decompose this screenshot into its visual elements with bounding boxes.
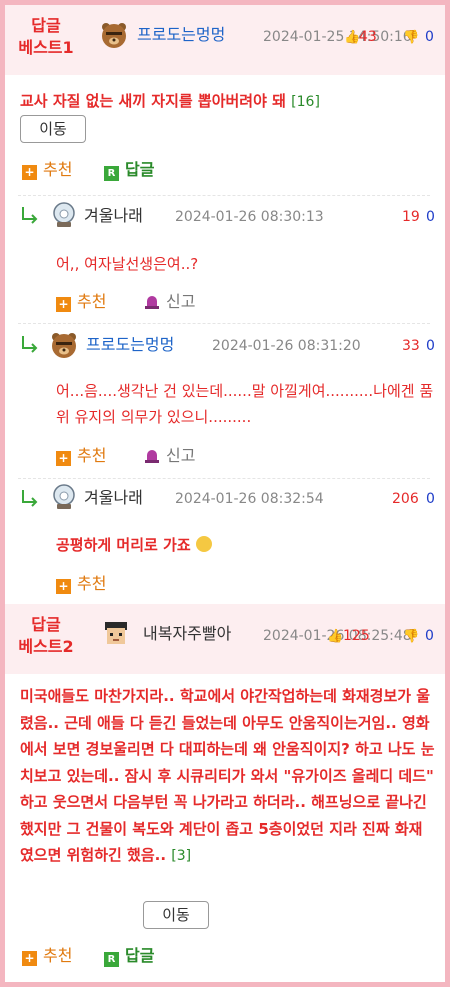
bear-avatar-icon (52, 333, 76, 358)
reply1-upvotes: 19 (402, 209, 420, 225)
thumb-down-icon[interactable]: 👎 (403, 29, 419, 47)
reply1-author[interactable]: 겨울나래 (84, 206, 143, 226)
reply3-date: 2024-01-26 08:32:54 (175, 491, 324, 507)
best1-date: 2024-01-25 14:50:16 (263, 29, 412, 45)
reply-label: 답글 (125, 946, 155, 965)
best1-move-button[interactable]: 이동 (20, 115, 86, 143)
best2-reply-count: [3] (171, 848, 192, 864)
divider (18, 195, 430, 196)
recommend-label: 추천 (77, 292, 107, 311)
best2-text-block: 미국애들도 마찬가지라.. 학교에서 야간작업하는데 화재경보가 울렸음.. 근… (20, 683, 435, 870)
reply3-author[interactable]: 겨울나래 (84, 488, 143, 508)
recommend-label: 추천 (77, 574, 107, 593)
best1-recommend-button[interactable]: + 추천 (22, 160, 72, 180)
reply3-downvotes: 0 (426, 491, 435, 507)
reply-arrow-icon (22, 336, 38, 353)
siren-icon (145, 450, 159, 463)
best2-move-button[interactable]: 이동 (143, 901, 209, 929)
recommend-label: 추천 (43, 160, 73, 179)
best1-header: 답글 베스트1 프로도는멍멍 2024-01-25 14:50:16 👍 43 … (5, 5, 445, 75)
reply-label: 답글 (125, 160, 155, 179)
best2-recommend-button[interactable]: + 추천 (22, 946, 72, 966)
reply2-report-button[interactable]: 신고 (144, 446, 195, 466)
reply2-author[interactable]: 프로도는멍멍 (86, 335, 174, 355)
bear-avatar-icon (102, 23, 126, 48)
reply2-text: 어...음....생각난 건 있는데......말 아낄게여..........… (56, 382, 434, 426)
reply1-report-button[interactable]: 신고 (144, 292, 195, 312)
best2-text: 미국애들도 마찬가지라.. 학교에서 야간작업하는데 화재경보가 울렸음.. 근… (20, 687, 435, 864)
best2-label: 답글 베스트2 (18, 615, 74, 656)
snow-globe-avatar-icon (53, 202, 75, 227)
best1-label: 답글 베스트1 (18, 16, 74, 57)
best2-author[interactable]: 내복자주빨아 (143, 624, 231, 644)
plus-icon: + (22, 951, 37, 966)
reply-r-icon: R (104, 952, 119, 967)
plus-icon: + (56, 297, 71, 312)
reply1-text: 어,, 여자날선생은여..? (56, 255, 199, 273)
divider (18, 478, 430, 479)
best2-reply-button[interactable]: R 답글 (104, 946, 154, 967)
recommend-label: 추천 (77, 446, 107, 465)
report-label: 신고 (166, 446, 196, 465)
plus-icon: + (56, 579, 71, 594)
best1-author[interactable]: 프로도는멍멍 (137, 25, 225, 45)
reply2-date: 2024-01-26 08:31:20 (212, 338, 361, 354)
best1-text: 교사 자질 없는 새끼 자지를 뽑아버려야 돼 (20, 92, 286, 110)
reply1-recommend-button[interactable]: + 추천 (56, 292, 106, 312)
thumb-down-icon[interactable]: 👎 (403, 628, 419, 646)
best1-reply-count: [16] (291, 94, 320, 110)
thumb-up-icon[interactable]: 👍 (344, 29, 360, 47)
pixel-person-avatar-icon (105, 622, 127, 644)
best1-text-block: 교사 자질 없는 새끼 자지를 뽑아버려야 돼 [16] (20, 88, 435, 115)
best1-upvotes: 43 (359, 29, 377, 45)
best2-header: 답글 베스트2 내복자주빨아 2024-01-26 08:25:48 👍 125… (5, 604, 445, 674)
thinking-emoji-icon (195, 536, 212, 552)
best2-upvotes: 125 (343, 628, 370, 644)
reply3-text: 공평하게 머리로 가죠 (56, 536, 191, 554)
thumb-up-icon[interactable]: 👍 (327, 628, 343, 646)
recommend-label: 추천 (43, 946, 73, 965)
reply1-downvotes: 0 (426, 209, 435, 225)
best2-downvotes: 0 (425, 628, 434, 644)
reply2-upvotes: 33 (402, 338, 420, 354)
reply2-recommend-button[interactable]: + 추천 (56, 446, 106, 466)
reply3-text-block: 공평하게 머리로 가죠 (56, 532, 436, 558)
plus-icon: + (56, 451, 71, 466)
divider (18, 323, 430, 324)
reply3-upvotes: 206 (392, 491, 419, 507)
best1-reply-button[interactable]: R 답글 (104, 160, 154, 181)
reply-arrow-icon (22, 207, 38, 224)
reply-r-icon: R (104, 166, 119, 181)
plus-icon: + (22, 165, 37, 180)
siren-icon (145, 296, 159, 309)
best1-downvotes: 0 (425, 29, 434, 45)
report-label: 신고 (166, 292, 196, 311)
reply3-recommend-button[interactable]: + 추천 (56, 574, 106, 594)
reply1-date: 2024-01-26 08:30:13 (175, 209, 324, 225)
reply2-downvotes: 0 (426, 338, 435, 354)
reply-arrow-icon (22, 490, 38, 507)
snow-globe-avatar-icon (53, 484, 75, 509)
